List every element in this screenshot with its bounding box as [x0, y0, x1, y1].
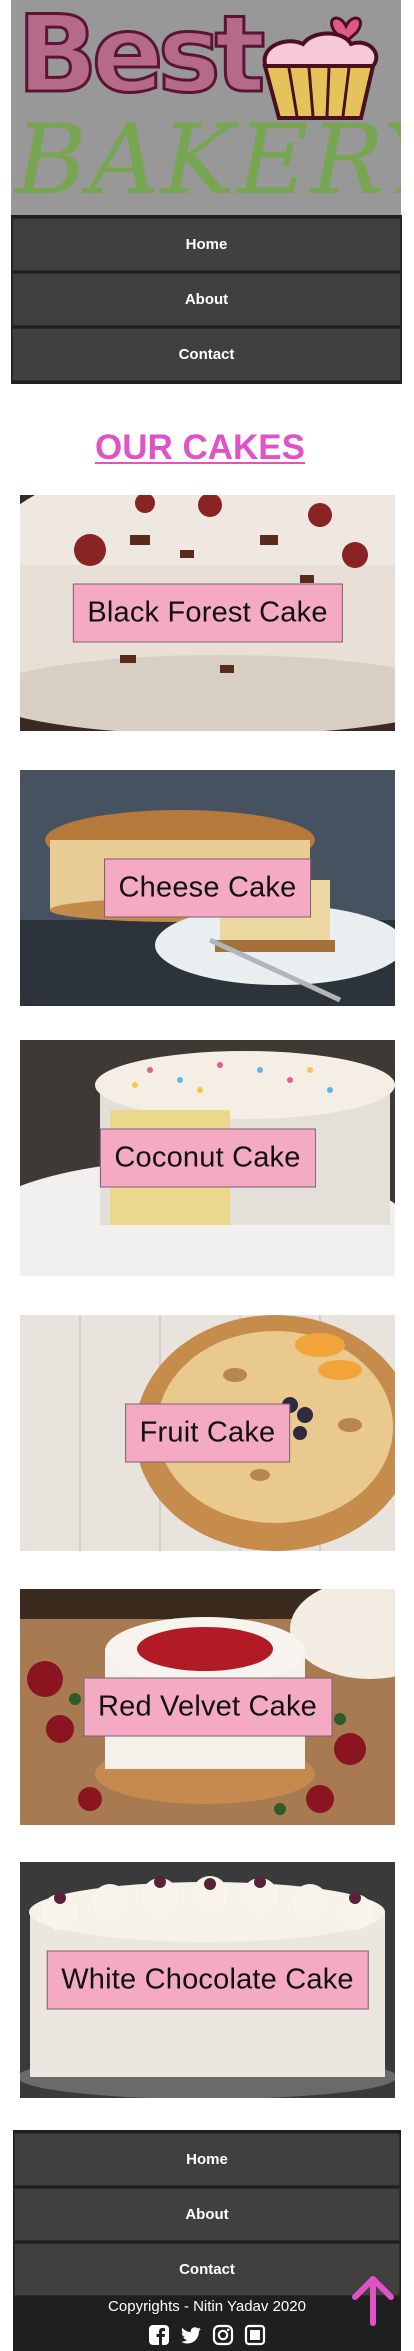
instagram-icon[interactable]: [210, 2322, 236, 2348]
footer-nav: Home About Contact: [13, 2130, 401, 2299]
cake-label: Black Forest Cake: [72, 583, 343, 643]
nav-item-about[interactable]: About: [12, 273, 401, 326]
facebook-icon[interactable]: [146, 2322, 172, 2348]
main-nav: Home About Contact: [11, 215, 402, 384]
cake-label: Fruit Cake: [124, 1403, 291, 1463]
nav-item-contact[interactable]: Contact: [12, 328, 401, 381]
cake-card-black-forest[interactable]: Black Forest Cake: [20, 495, 395, 731]
twitter-icon[interactable]: [178, 2322, 204, 2348]
cake-label: Red Velvet Cake: [82, 1677, 333, 1737]
copyright-text: Copyrights - Nitin Yadav 2020: [108, 2298, 306, 2315]
logo-word-bakery: BAKERY: [15, 104, 401, 215]
footer: Copyrights - Nitin Yadav 2020: [13, 2296, 401, 2351]
cake-label: Coconut Cake: [99, 1128, 316, 1188]
cake-card-red-velvet[interactable]: Red Velvet Cake: [20, 1589, 395, 1825]
footer-nav-item-home[interactable]: Home: [14, 2133, 400, 2186]
footer-nav-item-contact[interactable]: Contact: [14, 2243, 400, 2296]
linkedin-icon[interactable]: [242, 2322, 268, 2348]
social-links: [13, 2322, 401, 2348]
logo-word-best: Best: [15, 0, 266, 116]
cake-card-white-chocolate[interactable]: White Chocolate Cake: [20, 1862, 395, 2098]
nav-item-home[interactable]: Home: [12, 218, 401, 271]
section-title: OUR CAKES: [94, 428, 306, 467]
cake-label: White Chocolate Cake: [46, 1950, 369, 2010]
scroll-to-top-arrow-icon[interactable]: [349, 2275, 397, 2327]
cake-card-coconut[interactable]: Coconut Cake: [20, 1040, 395, 1276]
cake-card-fruit[interactable]: Fruit Cake: [20, 1315, 395, 1551]
footer-nav-item-about[interactable]: About: [14, 2188, 400, 2241]
site-logo: Best BAKERY: [11, 0, 401, 215]
cake-label: Cheese Cake: [103, 858, 312, 918]
cake-card-cheese[interactable]: Cheese Cake: [20, 770, 395, 1006]
